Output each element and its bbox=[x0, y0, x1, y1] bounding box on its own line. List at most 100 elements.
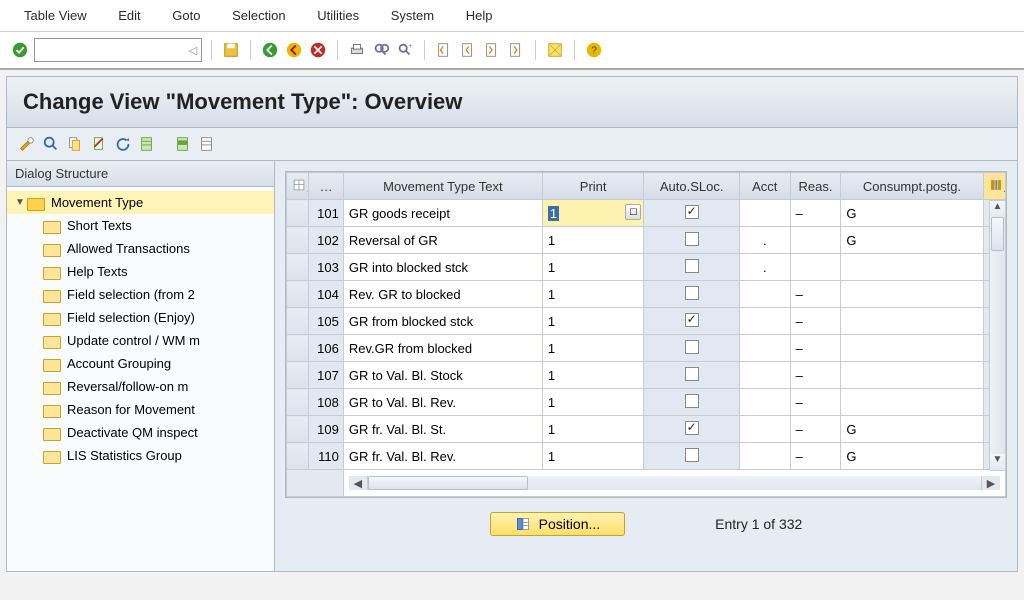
row-selector[interactable] bbox=[287, 389, 309, 416]
tree-item[interactable]: Field selection (from 2 bbox=[7, 283, 274, 306]
select-all-icon[interactable] bbox=[137, 134, 157, 154]
cell-print[interactable]: 1 bbox=[542, 416, 644, 443]
cell-reas[interactable]: – bbox=[790, 200, 841, 227]
cell-auto-sloc[interactable] bbox=[644, 227, 739, 254]
find-next-icon[interactable]: + bbox=[395, 40, 415, 60]
cell-print[interactable]: 1 bbox=[542, 281, 644, 308]
cell-print[interactable]: 1 bbox=[542, 362, 644, 389]
checkbox[interactable] bbox=[685, 286, 699, 300]
vscroll-thumb[interactable] bbox=[991, 217, 1004, 251]
cell-acct[interactable] bbox=[739, 362, 790, 389]
cell-reas[interactable]: – bbox=[790, 389, 841, 416]
col-auto-sloc[interactable]: Auto.SLoc. bbox=[644, 173, 739, 200]
cell-acct[interactable] bbox=[739, 335, 790, 362]
cell-auto-sloc[interactable] bbox=[644, 335, 739, 362]
grid-horizontal-scrollbar[interactable]: ◀ ▶ bbox=[349, 476, 1000, 490]
cell-movement-type-text[interactable]: GR to Val. Bl. Rev. bbox=[343, 389, 542, 416]
cell-auto-sloc[interactable] bbox=[644, 308, 739, 335]
cell-auto-sloc[interactable] bbox=[644, 416, 739, 443]
checkbox[interactable] bbox=[685, 448, 699, 462]
cancel-icon[interactable] bbox=[308, 40, 328, 60]
cell-reas[interactable]: – bbox=[790, 308, 841, 335]
cell-reas[interactable]: – bbox=[790, 443, 841, 470]
cell-acct[interactable] bbox=[739, 200, 790, 227]
menu-system[interactable]: System bbox=[377, 4, 448, 27]
hscroll-right-icon[interactable]: ▶ bbox=[982, 477, 1000, 490]
checkbox[interactable] bbox=[685, 421, 699, 435]
tree-item[interactable]: Account Grouping bbox=[7, 352, 274, 375]
cell-acct[interactable] bbox=[739, 308, 790, 335]
command-history-icon[interactable]: ◁ bbox=[185, 44, 201, 57]
menu-selection[interactable]: Selection bbox=[218, 4, 299, 27]
cell-movement-type-text[interactable]: GR fr. Val. Bl. St. bbox=[343, 416, 542, 443]
cell-reas[interactable] bbox=[790, 227, 841, 254]
cell-consumpt-postg[interactable]: G bbox=[841, 416, 983, 443]
exit-icon[interactable] bbox=[284, 40, 304, 60]
tree-item[interactable]: Reason for Movement bbox=[7, 398, 274, 421]
cell-reas[interactable]: – bbox=[790, 362, 841, 389]
col-print[interactable]: Print bbox=[542, 173, 644, 200]
cell-acct[interactable] bbox=[739, 389, 790, 416]
prev-page-icon[interactable] bbox=[458, 40, 478, 60]
cell-movement-type-text[interactable]: GR goods receipt bbox=[343, 200, 542, 227]
cell-mvt[interactable]: 101 bbox=[309, 200, 344, 227]
print-icon[interactable] bbox=[347, 40, 367, 60]
select-block-icon[interactable] bbox=[173, 134, 193, 154]
row-selector[interactable] bbox=[287, 254, 309, 281]
row-selector[interactable] bbox=[287, 362, 309, 389]
toggle-display-change-icon[interactable] bbox=[17, 134, 37, 154]
tree-item[interactable]: Allowed Transactions bbox=[7, 237, 274, 260]
checkbox[interactable] bbox=[685, 394, 699, 408]
undo-change-icon[interactable] bbox=[113, 134, 133, 154]
cell-reas[interactable]: – bbox=[790, 281, 841, 308]
cell-consumpt-postg[interactable] bbox=[841, 335, 983, 362]
copy-as-icon[interactable] bbox=[65, 134, 85, 154]
cell-consumpt-postg[interactable]: G bbox=[841, 443, 983, 470]
row-selector[interactable] bbox=[287, 308, 309, 335]
grid-configure-header-icon[interactable] bbox=[287, 173, 309, 200]
checkbox[interactable] bbox=[685, 367, 699, 381]
enter-icon[interactable] bbox=[10, 40, 30, 60]
vscroll-track[interactable] bbox=[990, 217, 1005, 454]
position-button[interactable]: Position... bbox=[490, 512, 625, 536]
tree-item[interactable]: Update control / WM m bbox=[7, 329, 274, 352]
cell-acct[interactable] bbox=[739, 281, 790, 308]
cell-movement-type-text[interactable]: Rev. GR to blocked bbox=[343, 281, 542, 308]
row-selector[interactable] bbox=[287, 416, 309, 443]
vscroll-up-icon[interactable]: ▲ bbox=[990, 201, 1005, 217]
cell-acct[interactable] bbox=[739, 443, 790, 470]
deselect-all-icon[interactable] bbox=[197, 134, 217, 154]
cell-auto-sloc[interactable] bbox=[644, 200, 739, 227]
col-mvt[interactable]: … bbox=[309, 173, 344, 200]
cell-movement-type-text[interactable]: GR fr. Val. Bl. Rev. bbox=[343, 443, 542, 470]
cell-mvt[interactable]: 108 bbox=[309, 389, 344, 416]
cell-mvt[interactable]: 103 bbox=[309, 254, 344, 281]
vscroll-down-icon[interactable]: ▼ bbox=[990, 454, 1005, 470]
row-selector[interactable] bbox=[287, 200, 309, 227]
row-selector[interactable] bbox=[287, 335, 309, 362]
cell-print[interactable]: 1☐ bbox=[542, 200, 644, 227]
col-reas[interactable]: Reas. bbox=[790, 173, 841, 200]
details-icon[interactable] bbox=[41, 134, 61, 154]
cell-print[interactable]: 1 bbox=[542, 335, 644, 362]
cell-print[interactable]: 1 bbox=[542, 254, 644, 281]
cell-auto-sloc[interactable] bbox=[644, 362, 739, 389]
save-icon[interactable] bbox=[221, 40, 241, 60]
menu-utilities[interactable]: Utilities bbox=[303, 4, 373, 27]
tree-root-movement-type[interactable]: ▼ Movement Type bbox=[7, 191, 274, 214]
cell-mvt[interactable]: 102 bbox=[309, 227, 344, 254]
create-session-icon[interactable] bbox=[545, 40, 565, 60]
grid-column-config-icon[interactable] bbox=[983, 173, 1005, 200]
cell-print[interactable]: 1 bbox=[542, 308, 644, 335]
cell-movement-type-text[interactable]: GR from blocked stck bbox=[343, 308, 542, 335]
tree-item[interactable]: Reversal/follow-on m bbox=[7, 375, 274, 398]
row-selector[interactable] bbox=[287, 281, 309, 308]
hscroll-left-icon[interactable]: ◀ bbox=[349, 477, 367, 490]
delete-icon[interactable] bbox=[89, 134, 109, 154]
cell-movement-type-text[interactable]: GR into blocked stck bbox=[343, 254, 542, 281]
f4-help-icon[interactable]: ☐ bbox=[625, 204, 641, 220]
cell-auto-sloc[interactable] bbox=[644, 443, 739, 470]
col-acct[interactable]: Acct bbox=[739, 173, 790, 200]
cell-reas[interactable] bbox=[790, 254, 841, 281]
first-page-icon[interactable] bbox=[434, 40, 454, 60]
